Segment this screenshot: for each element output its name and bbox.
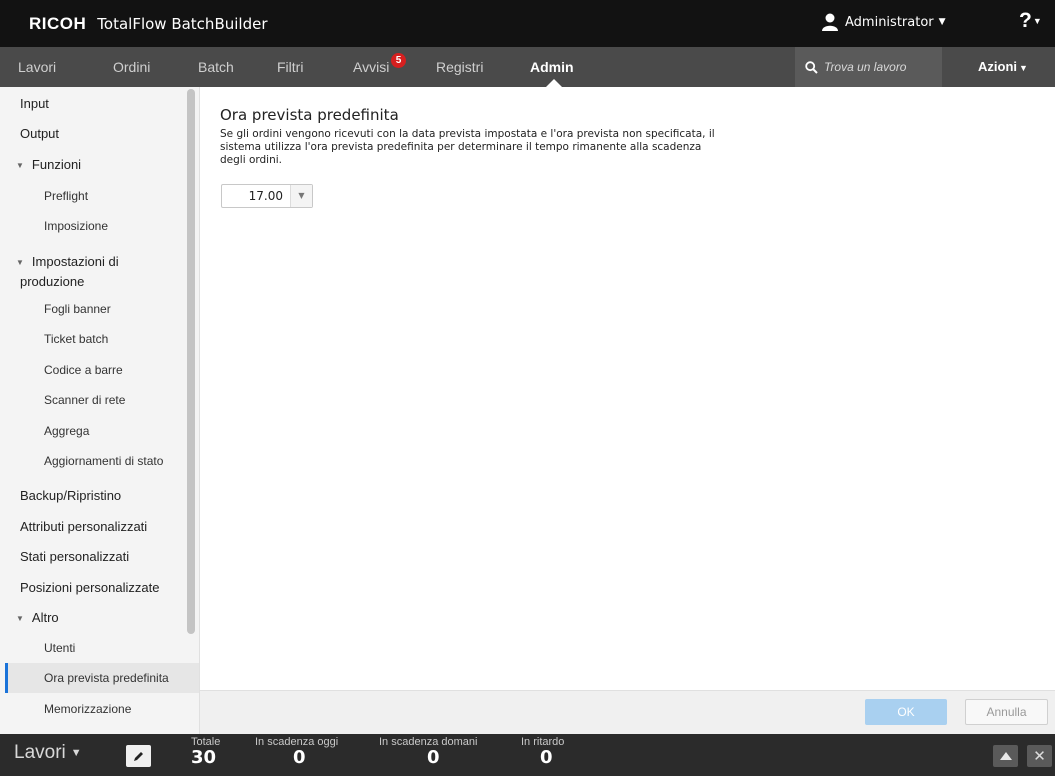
sidebar-group-funzioni[interactable]: ▼ Funzioni <box>16 157 81 172</box>
chevron-down-icon[interactable]: ▼ <box>290 185 312 207</box>
sidebar-item-aggiornamenti[interactable]: Aggiornamenti di stato <box>44 454 163 468</box>
stat-value: 0 <box>540 747 553 768</box>
sidebar-item-ora-prevista[interactable]: Ora prevista predefinita <box>44 671 169 685</box>
triangle-up-icon <box>999 752 1012 760</box>
sidebar-item-input[interactable]: Input <box>20 96 49 111</box>
help-icon: ? <box>1019 9 1032 32</box>
pencil-icon <box>133 752 143 761</box>
cancel-button[interactable]: Annulla <box>965 699 1048 725</box>
tab-avvisi[interactable]: Avvisi <box>353 59 389 75</box>
tab-ordini[interactable]: Ordini <box>113 59 150 75</box>
footer-bar: Lavori ▼ Totale 30 In scadenza oggi 0 In … <box>0 734 1055 776</box>
footer-lavori-label: Lavori <box>14 742 66 763</box>
chevron-down-icon: ▼ <box>1019 63 1028 73</box>
tab-registri[interactable]: Registri <box>436 59 483 75</box>
user-name: Administrator <box>845 14 934 30</box>
edit-button[interactable] <box>126 745 151 767</box>
sidebar-item-backup[interactable]: Backup/Ripristino <box>20 488 121 503</box>
sidebar-item-imposizione[interactable]: Imposizione <box>44 219 108 233</box>
stat-scadenza-oggi: In scadenza oggi 0 <box>255 736 338 768</box>
sidebar-group-label: Altro <box>31 610 59 625</box>
sidebar-item-posizioni[interactable]: Posizioni personalizzate <box>20 580 159 595</box>
tab-lavori[interactable]: Lavori <box>18 59 56 75</box>
app-header: RICOH TotalFlow BatchBuilder Administrat… <box>0 0 1055 47</box>
stat-scadenza-domani: In scadenza domani 0 <box>379 736 477 768</box>
stat-value: 30 <box>191 747 217 768</box>
search-placeholder: Trova un lavoro <box>824 60 907 74</box>
sidebar-group-label: Funzioni <box>31 157 82 172</box>
sidebar-item-fogli-banner[interactable]: Fogli banner <box>44 302 111 316</box>
ricoh-logo: RICOH <box>29 14 87 33</box>
main-nav: Lavori Ordini Batch Filtri Avvisi 5 Regi… <box>0 47 1055 87</box>
search-icon <box>805 60 818 74</box>
page-description: Se gli ordini vengono ricevuti con la da… <box>220 128 715 166</box>
user-icon <box>822 13 838 31</box>
sidebar-item-codice-barre[interactable]: Codice a barre <box>44 363 123 377</box>
tab-batch[interactable]: Batch <box>198 59 234 75</box>
tab-admin[interactable]: Admin <box>530 59 574 75</box>
help-menu[interactable]: ?▼ <box>1019 9 1042 33</box>
sidebar-item-aggrega[interactable]: Aggrega <box>44 424 89 438</box>
sidebar-item-output[interactable]: Output <box>20 126 59 141</box>
sidebar-group-label: Impostazioni di <box>31 254 119 269</box>
chevron-down-icon: ▼ <box>16 614 24 624</box>
chevron-down-icon: ▼ <box>16 258 24 268</box>
sidebar-group-label: produzione <box>20 274 85 290</box>
sidebar-item-stati[interactable]: Stati personalizzati <box>20 549 129 564</box>
expand-button[interactable] <box>993 745 1018 767</box>
sidebar-item-preflight[interactable]: Preflight <box>44 189 88 203</box>
stat-ritardo: In ritardo 0 <box>521 736 564 768</box>
ok-button[interactable]: OK <box>865 699 947 725</box>
admin-sidebar: Input Output ▼ Funzioni Preflight Imposiz… <box>0 87 200 734</box>
footer-lavori-menu[interactable]: Lavori ▼ <box>14 742 82 764</box>
tab-filtri[interactable]: Filtri <box>277 59 303 75</box>
search-input[interactable]: Trova un lavoro <box>795 47 942 87</box>
page-title: Ora prevista predefinita <box>220 106 399 124</box>
chevron-down-icon: ▼ <box>16 161 24 171</box>
stat-value: 0 <box>293 747 306 768</box>
chevron-down-icon: ▼ <box>70 746 82 759</box>
sidebar-item-utenti[interactable]: Utenti <box>44 641 75 655</box>
sidebar-item-memorizzazione[interactable]: Memorizzazione <box>44 702 131 716</box>
time-value: 17.00 <box>248 189 283 203</box>
actions-menu[interactable]: Azioni ▼ <box>978 59 1028 74</box>
sidebar-item-attributi[interactable]: Attributi personalizzati <box>20 519 147 534</box>
actions-label: Azioni <box>978 59 1017 74</box>
sidebar-item-ticket-batch[interactable]: Ticket batch <box>44 332 108 346</box>
chevron-down-icon: ▼ <box>1032 16 1042 27</box>
active-tab-indicator <box>546 79 562 87</box>
time-select[interactable]: 17.00 ▼ <box>221 184 313 208</box>
chevron-down-icon: ▼ <box>938 17 946 27</box>
sidebar-group-impostazioni[interactable]: ▼ Impostazioni di produzione <box>16 252 119 291</box>
alerts-badge: 5 <box>391 53 406 68</box>
sidebar-scrollbar[interactable] <box>187 89 195 634</box>
sidebar-group-altro[interactable]: ▼ Altro <box>16 610 59 625</box>
close-icon[interactable]: ✕ <box>1027 745 1052 767</box>
product-name: TotalFlow BatchBuilder <box>97 15 268 33</box>
brand: RICOH TotalFlow BatchBuilder <box>29 14 268 34</box>
sidebar-item-scanner-rete[interactable]: Scanner di rete <box>44 393 125 407</box>
user-menu[interactable]: Administrator ▼ <box>822 13 946 31</box>
stat-totale: Totale 30 <box>191 736 220 768</box>
stat-value: 0 <box>427 747 440 768</box>
